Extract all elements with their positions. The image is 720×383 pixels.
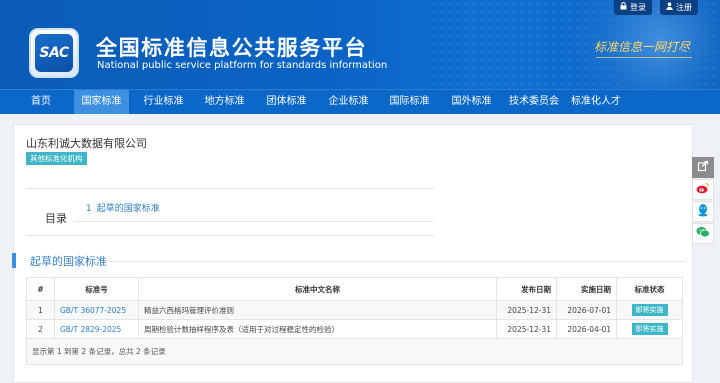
toc-divider-mid bbox=[74, 221, 434, 222]
col-header-implement-date[interactable]: 实施日期 bbox=[556, 277, 617, 301]
wechat-icon bbox=[696, 226, 710, 241]
pagination-info: 显示第 1 到第 2 条记录，总共 2 条记录 bbox=[26, 338, 683, 365]
share-icon bbox=[697, 160, 709, 175]
status-cell: 即将实施 bbox=[616, 319, 683, 339]
section-title: 起草的国家标准 bbox=[30, 255, 107, 268]
user-icon bbox=[666, 0, 673, 15]
publish-date: 2025-12-31 bbox=[496, 319, 557, 339]
publish-date: 2025-12-31 bbox=[496, 300, 557, 320]
share-wechat-button[interactable] bbox=[692, 223, 714, 244]
nav-item-tech-committees[interactable]: 技术委员会 bbox=[503, 90, 565, 114]
site-title-cn: 全国标准信息公共服务平台 bbox=[96, 36, 368, 60]
table-footer-row: 显示第 1 到第 2 条记录，总共 2 条记录 bbox=[26, 338, 683, 365]
table-header-row: # 标准号 标准中文名称 发布日期 实施日期 标准状态 bbox=[26, 277, 683, 301]
share-button[interactable] bbox=[692, 157, 714, 178]
toc-divider-top bbox=[26, 188, 434, 189]
nav-item-local-standards[interactable]: 地方标准 bbox=[197, 90, 252, 114]
content-card: 山东利诚大数据有限公司 其他标准化机构 目录 1 起草的国家标准 起草的国家标准 … bbox=[12, 124, 693, 383]
nav-item-home[interactable]: 首页 bbox=[17, 90, 65, 114]
nav-item-foreign-standards[interactable]: 国外标准 bbox=[444, 90, 499, 114]
toc-divider-bottom bbox=[26, 235, 434, 236]
toc-label: 目录 bbox=[45, 212, 67, 225]
nav-item-national-standards[interactable]: 国家标准 bbox=[74, 90, 129, 114]
nav-item-industry-standards[interactable]: 行业标准 bbox=[136, 90, 191, 114]
section-accent-bar bbox=[12, 253, 16, 268]
site-header: SAC 全国标准信息公共服务平台 National public service… bbox=[0, 0, 720, 89]
site-title-en: National public service platform for sta… bbox=[97, 60, 388, 71]
toc-item-text: 起草的国家标准 bbox=[96, 204, 160, 214]
status-badge: 即将实施 bbox=[631, 304, 668, 316]
nav-item-standardization-talent[interactable]: 标准化人才 bbox=[565, 90, 627, 114]
org-type-badge: 其他标准化机构 bbox=[26, 152, 87, 165]
col-header-num: # bbox=[26, 277, 55, 301]
login-label: 登录 bbox=[630, 3, 646, 12]
lock-icon bbox=[620, 0, 627, 15]
standards-table: # 标准号 标准中文名称 发布日期 实施日期 标准状态 1 GB/T 36077… bbox=[26, 277, 683, 365]
slogan-underline bbox=[596, 57, 692, 58]
row-num: 1 bbox=[26, 300, 55, 320]
row-num: 2 bbox=[26, 319, 55, 339]
share-weibo-button[interactable] bbox=[692, 179, 714, 200]
standard-name: 精益六西格玛管理评价准则 bbox=[138, 300, 497, 320]
nav-item-group-standards[interactable]: 团体标准 bbox=[259, 90, 314, 114]
company-name: 山东利诚大数据有限公司 bbox=[26, 137, 147, 150]
sac-logo-text: SAC bbox=[35, 34, 73, 72]
toc-item-drafted-national-standards[interactable]: 1 起草的国家标准 bbox=[86, 201, 165, 214]
status-cell: 即将实施 bbox=[616, 300, 683, 320]
login-button[interactable]: 登录 bbox=[614, 0, 652, 15]
col-header-std-no[interactable]: 标准号 bbox=[54, 277, 139, 301]
col-header-name[interactable]: 标准中文名称 bbox=[138, 277, 497, 301]
status-badge: 即将实施 bbox=[631, 323, 668, 335]
table-row: 1 GB/T 36077-2025 精益六西格玛管理评价准则 2025-12-3… bbox=[26, 300, 683, 320]
section-divider bbox=[110, 261, 685, 262]
col-header-status[interactable]: 标准状态 bbox=[616, 277, 683, 301]
share-qq-button[interactable] bbox=[692, 201, 714, 222]
register-button[interactable]: 注册 bbox=[660, 0, 698, 15]
weibo-icon bbox=[696, 182, 710, 197]
standard-number-link[interactable]: GB/T 2829-2025 bbox=[54, 319, 139, 339]
implement-date: 2026-04-01 bbox=[556, 319, 617, 339]
col-header-publish-date[interactable]: 发布日期 bbox=[496, 277, 557, 301]
table-row: 2 GB/T 2829-2025 周期检验计数抽样程序及表（适用于对过程稳定性的… bbox=[26, 319, 683, 339]
main-nav: 首页 国家标准 行业标准 地方标准 团体标准 企业标准 国际标准 国外标准 技术… bbox=[0, 89, 720, 114]
sac-logo[interactable]: SAC bbox=[29, 28, 79, 78]
standard-name: 周期检验计数抽样程序及表（适用于对过程稳定性的检验） bbox=[138, 319, 497, 339]
standard-number-link[interactable]: GB/T 36077-2025 bbox=[54, 300, 139, 320]
qq-icon bbox=[697, 203, 709, 220]
register-label: 注册 bbox=[676, 3, 692, 12]
implement-date: 2026-07-01 bbox=[556, 300, 617, 320]
site-slogan: 标准信息一网打尽 bbox=[594, 40, 691, 54]
nav-item-international-standards[interactable]: 国际标准 bbox=[382, 90, 437, 114]
nav-item-enterprise-standards[interactable]: 企业标准 bbox=[321, 90, 376, 114]
share-bar bbox=[692, 157, 714, 245]
toc-item-number: 1 bbox=[86, 204, 92, 214]
